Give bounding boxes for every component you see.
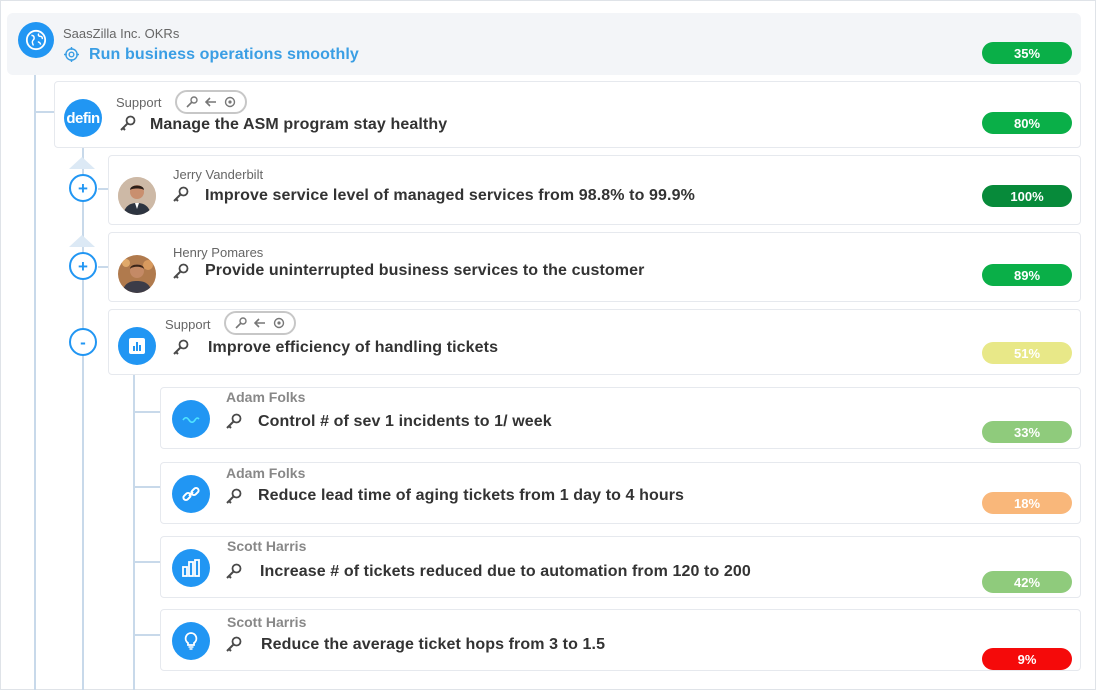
bar-chart-icon: [118, 327, 156, 365]
key-result-icon: [226, 636, 242, 652]
key-result-icon: [226, 563, 242, 579]
expand-toggle-button[interactable]: +: [69, 252, 97, 280]
lightbulb-icon: [172, 622, 210, 660]
owner-name: Scott Harris: [227, 538, 307, 554]
progress-badge: 89%: [982, 264, 1072, 286]
avatar: [118, 255, 156, 293]
target-icon: [273, 317, 284, 329]
arrow-left-icon: [253, 318, 265, 328]
objective-title[interactable]: Run business operations smoothly: [89, 46, 359, 64]
key-result-title[interactable]: Manage the ASM program stay healthy: [150, 116, 447, 134]
progress-badge: 18%: [982, 492, 1072, 514]
owner-name: Support: [165, 317, 211, 332]
collapse-caret: [69, 157, 95, 169]
progress-badge: 100%: [982, 185, 1072, 207]
arrow-left-icon: [204, 97, 216, 107]
key-result-icon: [173, 339, 189, 355]
alignment-pill[interactable]: [224, 311, 296, 335]
owner-name: Support: [116, 95, 162, 110]
key-result-icon: [173, 186, 189, 202]
progress-badge: 51%: [982, 342, 1072, 364]
key-result-icon: [173, 263, 189, 279]
wave-logo-icon: [172, 400, 210, 438]
progress-badge: 9%: [982, 648, 1072, 670]
owner-name: Henry Pomares: [173, 245, 264, 260]
owner-name: Adam Folks: [226, 389, 306, 405]
expand-toggle-button[interactable]: +: [69, 174, 97, 202]
key-result-icon: [226, 488, 242, 504]
collapse-caret: [69, 235, 95, 247]
globe-icon: [18, 22, 54, 58]
progress-badge: 35%: [982, 42, 1072, 64]
key-result-title[interactable]: Provide uninterrupted business services …: [205, 262, 644, 280]
owner-name: Adam Folks: [226, 465, 306, 481]
key-icon: [186, 96, 199, 108]
avatar-logo-text: defin: [66, 109, 100, 127]
root-objective-card[interactable]: [7, 13, 1081, 75]
collapse-toggle-button[interactable]: -: [69, 328, 97, 356]
support-logo-avatar: defin: [64, 99, 102, 137]
avatar: [118, 177, 156, 215]
key-result-title[interactable]: Reduce lead time of aging tickets from 1…: [258, 487, 684, 505]
alignment-pill[interactable]: [175, 90, 247, 114]
target-icon: [224, 96, 235, 108]
key-result-title[interactable]: Increase # of tickets reduced due to aut…: [260, 563, 751, 581]
progress-badge: 33%: [982, 421, 1072, 443]
key-result-icon: [226, 413, 242, 429]
tree-line: [82, 137, 84, 690]
owner-name: Jerry Vanderbilt: [173, 167, 264, 182]
owner-name: Scott Harris: [227, 614, 307, 630]
progress-badge: 42%: [982, 571, 1072, 593]
key-icon: [235, 317, 248, 329]
progress-badge: 80%: [982, 112, 1072, 134]
bars-icon: [172, 549, 210, 587]
key-result-title[interactable]: Control # of sev 1 incidents to 1/ week: [258, 413, 552, 431]
key-result-title[interactable]: Reduce the average ticket hops from 3 to…: [261, 636, 605, 654]
key-result-title[interactable]: Improve efficiency of handling tickets: [208, 339, 498, 357]
link-icon: [172, 475, 210, 513]
key-result-title[interactable]: Improve service level of managed service…: [205, 187, 695, 205]
company-name: SaasZilla Inc. OKRs: [63, 26, 180, 41]
okr-tree-panel: SaasZilla Inc. OKRs Run business operati…: [0, 0, 1096, 690]
tree-line: [34, 57, 36, 690]
target-icon: [64, 47, 79, 67]
key-result-icon: [120, 115, 136, 131]
